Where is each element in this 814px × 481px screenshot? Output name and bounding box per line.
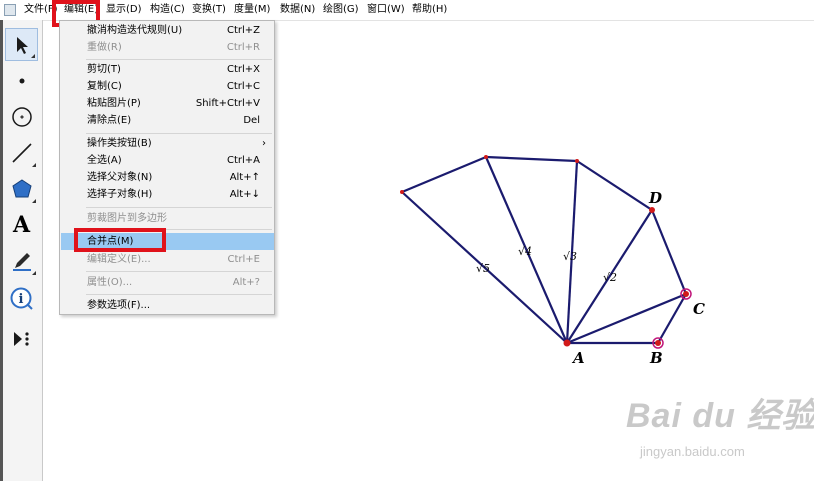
menu-display[interactable]: 显示(D): [106, 0, 142, 20]
menu-item-cut[interactable]: 剪切(T) Ctrl+X: [61, 61, 274, 78]
menu-transform[interactable]: 变换(T): [192, 0, 226, 20]
info-tool[interactable]: i: [5, 282, 38, 315]
point-b[interactable]: [655, 340, 661, 346]
menu-item-undo[interactable]: 撤消构造迭代规则(U) Ctrl+Z: [61, 22, 274, 39]
menu-measure[interactable]: 度量(M): [234, 0, 270, 20]
text-tool-icon: A: [12, 211, 31, 238]
menu-item-crop-picture[interactable]: 剪裁图片到多边形: [61, 210, 274, 227]
custom-tool-icon: [13, 331, 29, 346]
triangle-spiral: [401, 155, 688, 345]
menu-item-paste-picture[interactable]: 粘贴图片(P) Shift+Ctrl+V: [61, 95, 274, 112]
segment-e-f[interactable]: [485, 155, 578, 163]
document-icon[interactable]: [4, 4, 16, 16]
menu-bar: 文件(F) 编辑(E) 显示(D) 构造(C) 变换(T) 度量(M) 数据(N…: [0, 0, 814, 21]
menu-item-copy[interactable]: 复制(C) Ctrl+C: [61, 78, 274, 95]
point-tool-icon: [19, 78, 24, 83]
label-c: C: [693, 300, 705, 318]
point-tool[interactable]: [5, 64, 38, 97]
info-tool-icon: i: [10, 287, 33, 310]
menu-graph[interactable]: 绘图(G): [323, 0, 359, 20]
text-tool[interactable]: A: [5, 208, 38, 241]
point-c[interactable]: [683, 291, 689, 297]
point-d[interactable]: [649, 207, 655, 213]
merge-points-highlight-frame: [74, 228, 166, 252]
compass-tool-icon: [11, 106, 32, 127]
select-arrow-tool[interactable]: [5, 28, 38, 61]
menu-item-select-parents[interactable]: 选择父对象(N) Alt+↑: [61, 169, 274, 186]
label-sqrt3: √3: [563, 250, 577, 263]
edit-menu-dropdown: 撤消构造迭代规则(U) Ctrl+Z 重做(R) Ctrl+R 剪切(T) Ctrl+…: [59, 20, 275, 315]
menu-item-redo[interactable]: 重做(R) Ctrl+R: [61, 39, 274, 56]
menu-item-action-buttons[interactable]: 操作类按钮(B) ›: [61, 135, 274, 152]
point-a[interactable]: [563, 339, 571, 347]
toolbox: A i: [0, 20, 43, 481]
line-tool-icon: [11, 142, 32, 163]
baidu-watermark: Bai du 经验 jingyan.baidu.com: [618, 388, 814, 478]
point-f[interactable]: [484, 155, 488, 159]
compass-tool[interactable]: [5, 100, 38, 133]
label-d: D: [648, 189, 662, 207]
watermark-url: jingyan.baidu.com: [640, 444, 745, 459]
menu-item-select-all[interactable]: 全选(A) Ctrl+A: [61, 152, 274, 169]
label-sqrt4: √4: [518, 245, 532, 258]
line-tool[interactable]: [5, 136, 38, 169]
menu-help[interactable]: 帮助(H): [412, 0, 447, 20]
select-arrow-icon: [16, 36, 28, 54]
marker-tool-icon: [12, 252, 31, 271]
menu-construct[interactable]: 构造(C): [150, 0, 185, 20]
watermark-brand: Bai du 经验: [626, 397, 814, 435]
menu-item-properties[interactable]: 属性(O)... Alt+?: [61, 274, 274, 291]
segment-d-e[interactable]: [576, 160, 653, 211]
menu-item-select-children[interactable]: 选择子对象(H) Alt+↓: [61, 186, 274, 203]
label-sqrt2: √2: [603, 271, 617, 284]
menu-separator: [86, 271, 272, 272]
menu-separator: [86, 59, 272, 60]
menu-separator: [86, 294, 272, 295]
segment-ac[interactable]: [566, 292, 687, 345]
submenu-arrow-icon: ›: [262, 138, 266, 149]
label-b: B: [649, 349, 663, 367]
polygon-tool[interactable]: [5, 172, 38, 205]
point-e[interactable]: [575, 159, 579, 163]
menu-separator: [86, 207, 272, 208]
marker-tool[interactable]: [5, 244, 38, 277]
svg-text:i: i: [18, 292, 23, 307]
menu-item-edit-definition[interactable]: 编辑定义(E)... Ctrl+E: [61, 251, 274, 268]
menu-item-clear-point[interactable]: 清除点(E) Del: [61, 112, 274, 129]
menu-separator: [86, 133, 272, 134]
menu-item-preferences[interactable]: 参数选项(F)...: [61, 297, 274, 314]
segment-cd[interactable]: [650, 209, 688, 295]
segment-bc[interactable]: [657, 293, 687, 344]
window-left-edge: [0, 20, 3, 481]
menu-data[interactable]: 数据(N): [280, 0, 315, 20]
segment-f-g[interactable]: [401, 155, 487, 194]
point-g[interactable]: [400, 190, 404, 194]
menu-window[interactable]: 窗口(W): [367, 0, 405, 20]
polygon-tool-icon: [11, 178, 32, 197]
label-sqrt5: √5: [476, 262, 490, 275]
label-a: A: [571, 349, 585, 367]
custom-tool[interactable]: [5, 322, 38, 355]
